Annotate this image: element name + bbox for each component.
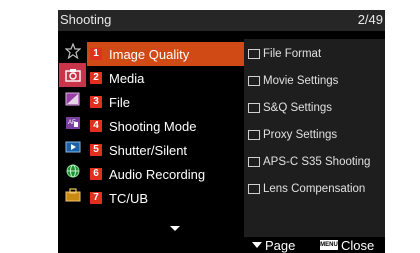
category-item[interactable]: 4 Shooting Mode [87, 114, 244, 138]
page-hint[interactable]: Page [252, 237, 295, 253]
category-number-badge: 3 [90, 96, 102, 108]
sq-settings-icon [248, 103, 260, 113]
submenu-item[interactable]: Movie Settings [248, 69, 338, 93]
category-item[interactable]: 6 Audio Recording [87, 162, 244, 186]
category-label: Media [109, 70, 145, 86]
scroll-down-icon[interactable] [170, 226, 180, 231]
close-hint[interactable]: MENU Close [320, 237, 374, 253]
aps-c-s35-icon [248, 157, 260, 167]
submenu-item[interactable]: Lens Compensation [248, 177, 365, 201]
category-label: Image Quality [109, 46, 190, 62]
category-number-badge: 4 [90, 120, 102, 132]
category-label: File [109, 94, 130, 110]
camera-shooting-icon[interactable] [59, 63, 86, 87]
network-icon[interactable] [59, 159, 86, 183]
category-number-badge: 2 [90, 72, 102, 84]
focus-icon[interactable]: AF [59, 111, 86, 135]
category-item[interactable]: 7 TC/UB [87, 186, 244, 210]
menu-title: Shooting [60, 12, 112, 27]
category-label: Shutter/Silent [109, 142, 188, 158]
category-number-badge: 1 [90, 48, 102, 60]
star-icon[interactable] [59, 39, 86, 63]
lens-compensation-icon [248, 184, 260, 194]
submenu-label: Movie Settings [263, 75, 339, 87]
dial-down-icon [252, 242, 262, 248]
submenu-list: File Format Movie Settings S&Q Settings Pro… [244, 39, 385, 237]
exposure-color-icon[interactable] [59, 87, 86, 111]
submenu-item[interactable]: S&Q Settings [248, 96, 332, 120]
file-format-icon [248, 49, 260, 59]
proxy-settings-icon [248, 130, 260, 140]
movie-settings-icon [248, 76, 260, 86]
submenu-label: S&Q Settings [263, 102, 333, 114]
page-label: Page [265, 237, 296, 253]
category-number-badge: 6 [90, 168, 102, 180]
category-label: Shooting Mode [109, 118, 197, 134]
category-number-badge: 7 [90, 192, 102, 204]
submenu-label: Proxy Settings [263, 129, 338, 141]
category-item[interactable]: 3 File [87, 90, 244, 114]
category-label: Audio Recording [109, 166, 206, 182]
category-item[interactable]: 5 Shutter/Silent [87, 138, 244, 162]
close-label: Close [341, 237, 375, 253]
submenu-label: Lens Compensation [263, 183, 366, 195]
menu-key-icon: MENU [320, 240, 338, 250]
submenu-label: APS-C S35 Shooting [263, 156, 371, 168]
playback-icon[interactable] [59, 135, 86, 159]
category-item[interactable]: 1 Image Quality [87, 42, 244, 66]
camera-menu-screen: Shooting 2/49 AF 1 Image Quality 2 Media 3 Fi… [58, 10, 385, 253]
toolbox-icon[interactable] [59, 183, 86, 207]
submenu-item[interactable]: Proxy Settings [248, 123, 337, 147]
page-indicator: 2/49 [357, 12, 383, 27]
category-item[interactable]: 2 Media [87, 66, 244, 90]
submenu-item[interactable]: APS-C S35 Shooting [248, 150, 370, 174]
category-label: TC/UB [109, 190, 148, 206]
menu-header: Shooting 2/49 [58, 10, 385, 31]
submenu-label: File Format [263, 48, 322, 60]
submenu-item[interactable]: File Format [248, 42, 321, 66]
category-number-badge: 5 [90, 144, 102, 156]
category-list: 1 Image Quality 2 Media 3 File 4 Shooting Mode 5… [87, 39, 244, 237]
menu-footer: Page MENU Close [244, 237, 385, 253]
tab-icon-column: AF [58, 39, 87, 237]
